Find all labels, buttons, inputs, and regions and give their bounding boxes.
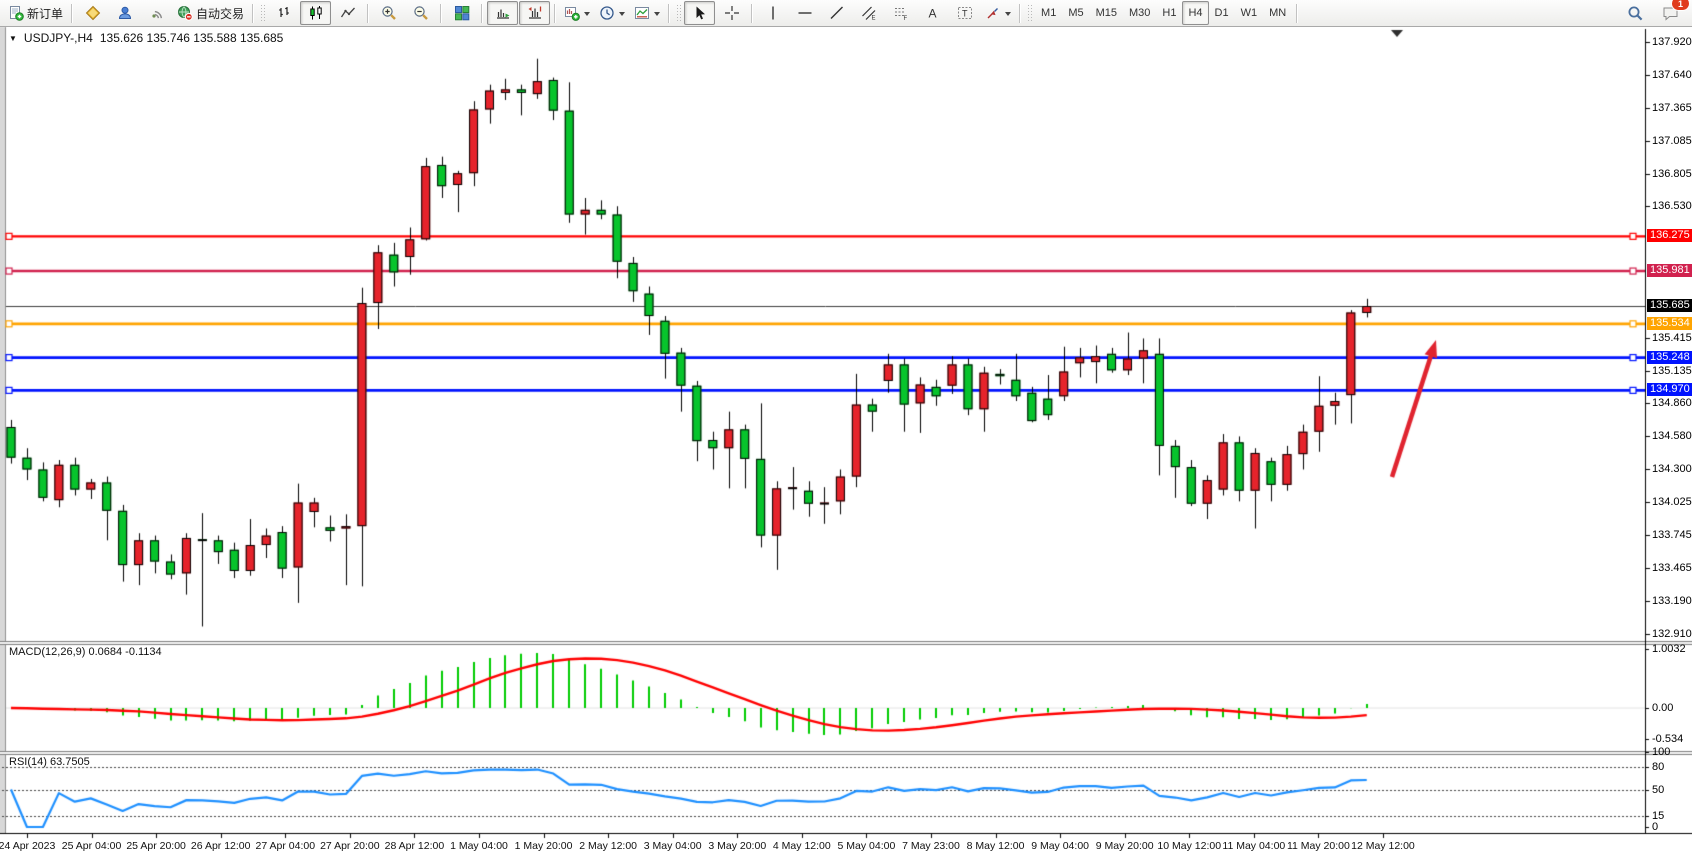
timeframe-w1-button[interactable]: W1 [1235,1,1264,25]
svg-text:E: E [871,16,875,22]
bar-chart-icon [276,5,292,21]
chart-shift-button[interactable] [519,1,550,25]
auto-trading-label: 自动交易 [196,5,244,22]
templates-button[interactable] [630,1,664,25]
timeframe-m30-button[interactable]: M30 [1123,1,1156,25]
arrows-tool-button[interactable] [981,1,1015,25]
line-chart-mode-button[interactable] [332,1,363,25]
market-watch-button[interactable] [77,1,108,25]
chart-shift-icon [527,5,543,21]
cursor-tool-button[interactable] [684,1,715,25]
svg-text:F: F [903,16,907,21]
zoom-in-button[interactable] [373,1,404,25]
notification-badge: 1 [1671,0,1690,11]
tile-windows-button[interactable] [446,1,477,25]
horizontal-line-icon [797,5,813,21]
horizontal-line-tool-button[interactable] [789,1,820,25]
tile-windows-icon [454,5,470,21]
auto-trading-globe-icon [177,5,193,21]
new-chart-icon [564,5,580,21]
svg-text:A: A [928,7,936,21]
zoom-out-icon [413,5,429,21]
trendline-icon [829,5,845,21]
arrows-icon [985,5,1001,21]
notifications-button[interactable]: 1 [1655,1,1686,25]
crosshair-tool-button[interactable] [716,1,747,25]
community-user-icon [117,5,133,21]
candlestick-mode-button[interactable] [300,1,331,25]
crosshair-icon [724,5,740,21]
new-chart-button[interactable] [560,1,594,25]
search-icon [1627,5,1644,22]
text-label-icon: T [957,5,973,21]
periods-caret [619,12,625,19]
arrows-caret [1005,12,1011,19]
clock-icon [599,5,615,21]
community-button[interactable] [109,1,140,25]
search-button[interactable] [1620,1,1651,25]
timeframe-group: M1M5M15M30H1H4D1W1MN [1035,1,1292,25]
signals-button[interactable] [141,1,172,25]
templates-caret [654,12,660,19]
timeframe-h4-button[interactable]: H4 [1182,1,1208,25]
signal-icon [149,5,165,21]
vertical-line-tool-button[interactable] [757,1,788,25]
auto-scroll-icon [495,5,511,21]
svg-text:T: T [962,9,968,19]
zoom-out-button[interactable] [405,1,436,25]
cursor-icon [692,5,708,21]
line-chart-icon [340,5,356,21]
text-a-icon: A [925,5,941,21]
template-icon [634,5,650,21]
auto-trading-button[interactable]: 自动交易 [173,1,248,25]
chart-canvas[interactable] [0,0,1692,858]
bar-chart-mode-button[interactable] [268,1,299,25]
periods-button[interactable] [595,1,629,25]
timeframe-m5-button[interactable]: M5 [1062,1,1089,25]
candlestick-icon [308,5,324,21]
new-order-icon [8,5,24,21]
main-toolbar: 新订单 自动交易 [0,0,1692,27]
fibonacci-icon: F [893,5,909,21]
equidistant-channel-icon: E [861,5,877,21]
mt4-window: { "toolbar": { "new_order_label": "新订单",… [0,0,1692,858]
text-label-tool-button[interactable]: T [949,1,980,25]
trendline-tool-button[interactable] [821,1,852,25]
timeframe-d1-button[interactable]: D1 [1209,1,1235,25]
channel-tool-button[interactable]: E [853,1,884,25]
timeframe-m15-button[interactable]: M15 [1090,1,1123,25]
fibonacci-tool-button[interactable]: F [885,1,916,25]
zoom-in-icon [381,5,397,21]
new-order-button[interactable]: 新订单 [4,1,67,25]
auto-scroll-button[interactable] [487,1,518,25]
gold-diamond-icon [85,5,101,21]
timeframe-h1-button[interactable]: H1 [1156,1,1182,25]
timeframe-m1-button[interactable]: M1 [1035,1,1062,25]
new-chart-caret [584,12,590,19]
text-tool-button[interactable]: A [917,1,948,25]
new-order-label: 新订单 [27,5,63,22]
vertical-line-icon [765,5,781,21]
timeframe-mn-button[interactable]: MN [1263,1,1292,25]
